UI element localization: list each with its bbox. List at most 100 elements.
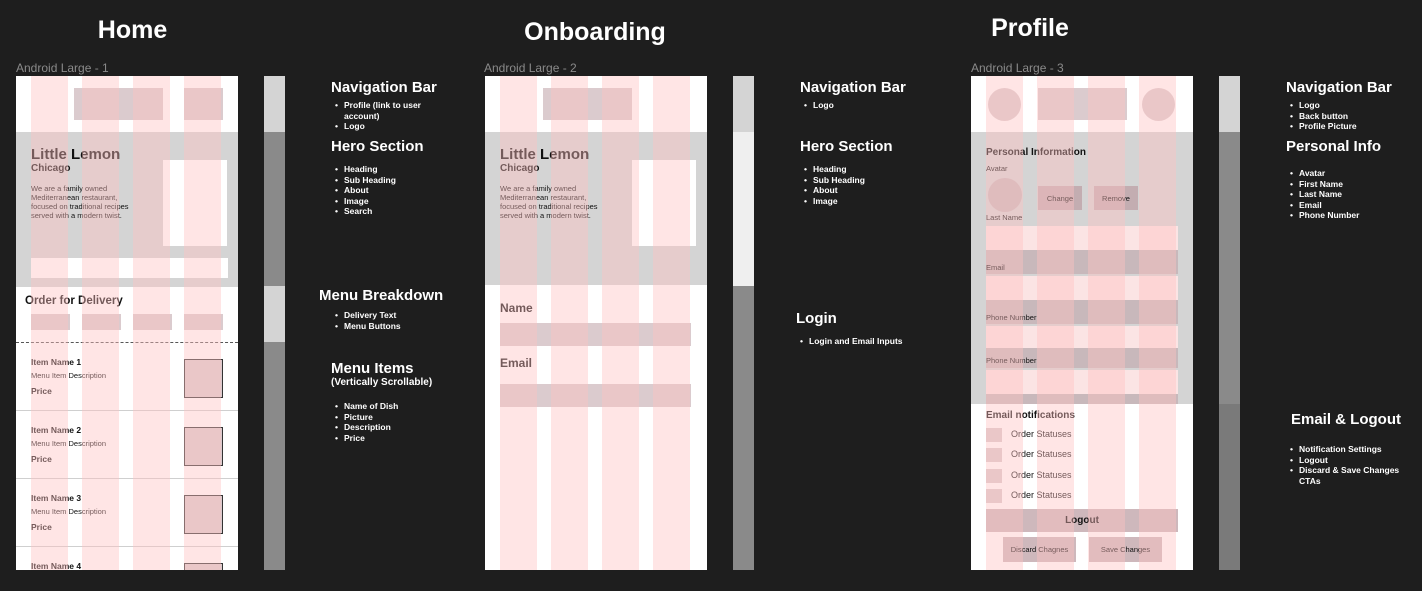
- onboarding-section-indicator: [733, 76, 754, 570]
- ann-item: Profile Picture: [1290, 121, 1357, 132]
- ann-home-nav-list: Profile (link to user account) Logo: [335, 100, 445, 132]
- item-price-2: Price: [31, 454, 52, 464]
- ann-item: Name of Dish: [335, 401, 398, 412]
- ann-item: Profile (link to user account): [335, 100, 445, 121]
- ann-home-menu-title: Menu Breakdown: [319, 287, 444, 304]
- item-picture-1: [184, 359, 223, 398]
- ann-item: Heading: [335, 164, 396, 175]
- phone-input-1[interactable]: [986, 326, 1178, 348]
- ann-item: Last Name: [1290, 189, 1359, 200]
- section-title-home: Home: [97, 16, 168, 44]
- dashed-divider: [16, 342, 238, 343]
- profile-picture-placeholder[interactable]: [1142, 88, 1175, 121]
- ann-item: Price: [335, 433, 398, 444]
- email-label: Email: [986, 263, 1005, 272]
- ann-item: Search: [335, 206, 396, 217]
- ann-item: Login and Email Inputs: [800, 336, 903, 347]
- item-name-3: Item Name 3: [31, 493, 82, 503]
- order-status-checkbox-2[interactable]: [986, 448, 1002, 462]
- item-name-4: Item Name 4: [31, 561, 82, 570]
- hero-title: Little Lemon: [500, 146, 590, 163]
- phone-input-bg: [986, 394, 1178, 404]
- nav-profile-placeholder: [184, 88, 223, 120]
- frame-label-profile: Android Large - 3: [971, 61, 1064, 75]
- personal-info-heading: Personal Information: [986, 147, 1087, 158]
- ann-item: Delivery Text: [335, 310, 401, 321]
- ann-item: Discard & Save Changes CTAs: [1290, 465, 1400, 486]
- menu-button-2[interactable]: [82, 314, 121, 330]
- profile-frame: Personal Information Avatar Change Remov…: [971, 76, 1193, 570]
- item-price-1: Price: [31, 386, 52, 396]
- item-name-1: Item Name 1: [31, 357, 82, 367]
- hero-title: Little Lemon: [31, 146, 121, 163]
- avatar-label: Avatar: [986, 164, 1008, 173]
- ann-home-hero-title: Hero Section: [331, 138, 424, 155]
- ann-prof-logout-list: Notification Settings Logout Discard & S…: [1290, 444, 1400, 486]
- hero-city: Chicago: [31, 163, 71, 174]
- ann-item: Avatar: [1290, 168, 1359, 179]
- ann-item: Logo: [335, 121, 445, 132]
- home-section-indicator: [264, 76, 285, 570]
- item-divider: [16, 410, 238, 411]
- hero-description: We are a family owned Mediterranean rest…: [500, 184, 598, 220]
- frame-label-onboarding: Android Large - 2: [484, 61, 577, 75]
- profile-section-indicator: [1219, 76, 1240, 570]
- ann-onb-login-list: Login and Email Inputs: [800, 336, 903, 347]
- nav-logo-placeholder: [1038, 88, 1127, 120]
- first-name-input[interactable]: [986, 226, 1178, 250]
- ann-onb-nav-title: Navigation Bar: [800, 79, 906, 96]
- item-desc-2: Menu Item Description: [31, 439, 107, 448]
- email-input[interactable]: [500, 384, 691, 407]
- ann-onb-nav-list: Logo: [804, 100, 834, 111]
- ann-item: Heading: [804, 164, 865, 175]
- item-price-3: Price: [31, 522, 52, 532]
- item-picture-3: [184, 495, 223, 534]
- order-status-checkbox-1[interactable]: [986, 428, 1002, 442]
- ann-item: Notification Settings: [1290, 444, 1400, 455]
- ann-home-items-list: Name of Dish Picture Description Price: [335, 401, 398, 443]
- ann-item: Email: [1290, 200, 1359, 211]
- ann-prof-logout-title: Email & Logout: [1291, 411, 1401, 428]
- logout-button[interactable]: Logout: [986, 509, 1178, 532]
- email-input[interactable]: [986, 276, 1178, 300]
- item-name-2: Item Name 2: [31, 425, 82, 435]
- ann-item: Back button: [1290, 111, 1357, 122]
- ann-item: Image: [335, 196, 396, 207]
- phone-label-1: Phone Number: [986, 313, 1037, 322]
- phone-input-2[interactable]: [986, 370, 1178, 394]
- frame-label-home: Android Large - 1: [16, 61, 109, 75]
- hero-image-placeholder: [163, 160, 227, 246]
- save-changes-button[interactable]: Save Changes: [1089, 537, 1162, 562]
- ann-onb-hero-title: Hero Section: [800, 138, 893, 155]
- order-status-label-3: Order Statuses: [1011, 470, 1072, 480]
- back-button-placeholder[interactable]: [988, 88, 1021, 121]
- hero-city: Chicago: [500, 163, 540, 174]
- last-name-input[interactable]: [986, 250, 1178, 274]
- menu-button-4[interactable]: [184, 314, 223, 330]
- order-status-checkbox-3[interactable]: [986, 469, 1002, 483]
- email-label: Email: [500, 356, 533, 370]
- nav-logo-placeholder: [543, 88, 632, 120]
- ann-item: About: [335, 185, 396, 196]
- onboarding-frame: Little Lemon Chicago We are a family own…: [485, 76, 707, 570]
- hero-image-placeholder: [632, 160, 696, 246]
- ann-item: Phone Number: [1290, 210, 1359, 221]
- hero-search-bar[interactable]: [31, 258, 228, 278]
- name-input[interactable]: [500, 323, 691, 346]
- hero-description: We are a family owned Mediterranean rest…: [31, 184, 129, 220]
- remove-avatar-button[interactable]: Remove: [1094, 186, 1138, 210]
- last-name-label: Last Name: [986, 213, 1023, 222]
- ann-onb-login-title: Login: [796, 310, 837, 327]
- ann-item: About: [804, 185, 865, 196]
- ann-item: Description: [335, 422, 398, 433]
- ann-home-nav-title: Navigation Bar: [331, 79, 437, 96]
- item-picture-4: [184, 563, 223, 570]
- menu-button-1[interactable]: [31, 314, 70, 330]
- order-status-label-4: Order Statuses: [1011, 490, 1072, 500]
- discard-changes-button[interactable]: Discard Chagnes: [1003, 537, 1076, 562]
- order-status-checkbox-4[interactable]: [986, 489, 1002, 503]
- ann-item: Sub Heading: [804, 175, 865, 186]
- change-avatar-button[interactable]: Change: [1038, 186, 1082, 210]
- ann-home-menu-list: Delivery Text Menu Buttons: [335, 310, 401, 331]
- menu-button-3[interactable]: [133, 314, 172, 330]
